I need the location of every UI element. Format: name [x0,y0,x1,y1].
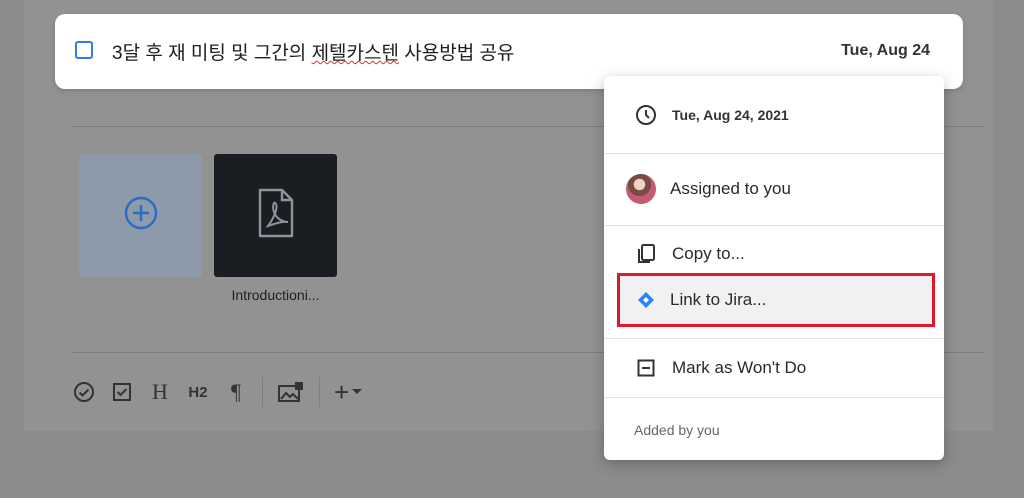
menu-assignee-label: Assigned to you [670,179,791,198]
image-icon[interactable] [277,377,305,407]
task-options-menu: Tue, Aug 24, 2021 Assigned to you Copy t… [604,76,944,460]
task-title-text: 사용방법 공유 [398,43,515,64]
task-title-misspelled-word: 제텔카스텐 [311,43,399,64]
check-circle-icon[interactable] [72,377,96,407]
menu-due-date-label: Tue, Aug 24, 2021 [672,107,789,123]
h2-button[interactable]: H2 [186,377,210,407]
copy-icon [634,243,658,265]
toolbar-separator [319,377,320,407]
menu-divider [604,397,944,398]
task-title[interactable]: 3달 후 재 미팅 및 그간의 제텔카스텐 사용방법 공유 [112,38,514,65]
insert-menu-button[interactable]: + [334,377,363,407]
menu-divider [604,338,944,339]
added-by-text: Added by you [634,422,720,438]
menu-assignee[interactable]: Assigned to you [604,172,944,206]
menu-mark-wont-do[interactable]: Mark as Won't Do [604,353,944,383]
chevron-down-icon [351,383,363,401]
menu-mark-wont-do-label: Mark as Won't Do [672,358,807,377]
menu-due-date[interactable]: Tue, Aug 24, 2021 [604,100,944,130]
menu-copy-to-label: Copy to... [672,244,745,263]
attachment-pdf-tile[interactable] [214,154,337,277]
insert-plus-label: + [334,376,350,407]
checkbox-icon[interactable] [110,377,134,407]
avatar [626,174,656,204]
pdf-icon [256,188,296,243]
toolbar-separator [262,377,263,407]
editor-toolbar: H H2 ¶ + [72,372,363,412]
paragraph-button[interactable]: ¶ [224,377,248,407]
plus-circle-icon [123,195,159,236]
jira-icon [634,291,658,309]
attachment-file-name: Introductioni... [231,287,320,303]
wont-do-icon [634,359,658,377]
clock-icon [634,104,658,126]
menu-link-to-jira[interactable]: Link to Jira... [617,273,935,327]
menu-link-to-jira-label: Link to Jira... [670,290,767,309]
add-attachment-button[interactable] [79,154,202,277]
task-title-text: 3달 후 재 미팅 및 그간의 [112,43,312,64]
task-checkbox[interactable] [75,41,93,59]
menu-copy-to[interactable]: Copy to... [604,239,944,269]
menu-divider [604,153,944,154]
task-due-date[interactable]: Tue, Aug 24 [841,42,930,60]
heading-button[interactable]: H [148,377,172,407]
menu-divider [604,225,944,226]
